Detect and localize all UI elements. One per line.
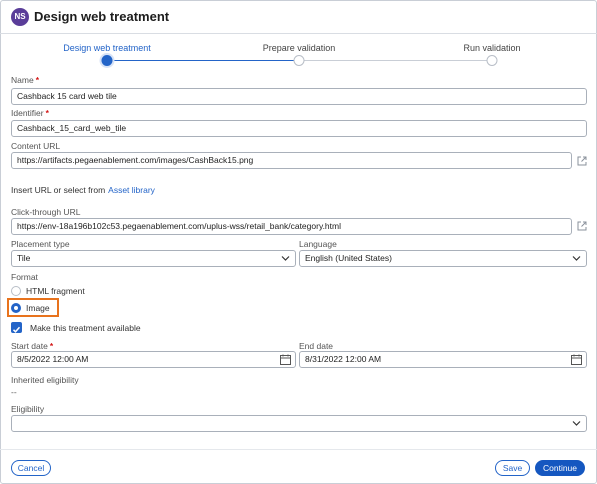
check-icon — [12, 326, 21, 333]
radio-image[interactable] — [11, 303, 21, 313]
available-label: Make this treatment available — [30, 323, 141, 333]
save-button[interactable]: Save — [495, 460, 530, 476]
identifier-input[interactable]: Cashback_15_card_web_tile — [11, 120, 587, 137]
click-through-url-label: Click-through URL — [11, 207, 81, 217]
format-option-image[interactable]: Image — [11, 303, 50, 313]
image-label: Image — [26, 303, 50, 313]
step-dot-prepare[interactable] — [293, 55, 305, 66]
start-date-value: 8/5/2022 12:00 AM — [17, 354, 89, 364]
external-link-icon[interactable] — [577, 221, 587, 231]
step-dot-design[interactable] — [101, 55, 113, 66]
radio-html-fragment[interactable] — [11, 286, 21, 296]
calendar-icon[interactable] — [280, 354, 291, 365]
language-label: Language — [299, 239, 337, 249]
avatar: NS — [11, 8, 29, 26]
name-input[interactable]: Cashback 15 card web tile — [11, 88, 587, 105]
content-url-label: Content URL — [11, 141, 61, 151]
html-fragment-label: HTML fragment — [26, 286, 85, 296]
step-line-1 — [107, 60, 299, 61]
insert-url-text: Insert URL or select from Asset library — [11, 185, 155, 195]
placement-type-select[interactable]: Tile — [11, 250, 296, 267]
start-date-label: Start date * — [11, 341, 53, 351]
placement-type-label: Placement type — [11, 239, 70, 249]
page-title: Design web treatment — [34, 9, 170, 24]
name-label: Name * — [11, 75, 39, 85]
chevron-down-icon — [281, 256, 290, 261]
language-select[interactable]: English (United States) — [299, 250, 587, 267]
inherited-eligibility-value: -- — [11, 387, 17, 397]
footer-divider — [0, 449, 597, 450]
dialog-header: NS Design web treatment — [0, 0, 597, 34]
inherited-eligibility-label: Inherited eligibility — [11, 375, 79, 385]
required-mark: * — [49, 341, 54, 351]
required-mark: * — [45, 108, 49, 118]
step-line-2 — [299, 60, 492, 61]
available-checkbox[interactable] — [11, 322, 22, 333]
insert-url-label: Insert URL or select from — [11, 185, 106, 195]
click-through-url-input[interactable]: https://env-18a196b102c53.pegaenablement… — [11, 218, 572, 235]
external-link-icon[interactable] — [577, 156, 587, 166]
start-date-input[interactable]: 8/5/2022 12:00 AM — [11, 351, 296, 368]
placement-type-value: Tile — [17, 253, 31, 263]
continue-button[interactable]: Continue — [535, 460, 585, 476]
step-label-run[interactable]: Run validation — [463, 43, 520, 53]
end-date-input[interactable]: 8/31/2022 12:00 AM — [299, 351, 587, 368]
cancel-button[interactable]: Cancel — [11, 460, 51, 476]
calendar-icon[interactable] — [571, 354, 582, 365]
step-dot-run[interactable] — [486, 55, 498, 66]
content-url-input[interactable]: https://artifacts.pegaenablement.com/ima… — [11, 152, 572, 169]
step-label-design[interactable]: Design web treatment — [63, 43, 151, 53]
chevron-down-icon — [572, 421, 581, 426]
end-date-value: 8/31/2022 12:00 AM — [305, 354, 382, 364]
identifier-label: Identifier * — [11, 108, 49, 118]
format-option-html-fragment[interactable]: HTML fragment — [11, 286, 85, 296]
name-label-text: Name — [11, 75, 34, 85]
identifier-label-text: Identifier — [11, 108, 44, 118]
asset-library-link[interactable]: Asset library — [108, 185, 155, 195]
chevron-down-icon — [572, 256, 581, 261]
start-date-label-text: Start date — [11, 341, 48, 351]
format-label: Format — [11, 272, 38, 282]
eligibility-label: Eligibility — [11, 404, 45, 414]
step-label-prepare[interactable]: Prepare validation — [263, 43, 336, 53]
required-mark: * — [35, 75, 39, 85]
end-date-label: End date — [299, 341, 334, 351]
language-value: English (United States) — [305, 253, 392, 263]
stepper: Design web treatment Prepare validation … — [0, 40, 597, 70]
eligibility-select[interactable] — [11, 415, 587, 432]
